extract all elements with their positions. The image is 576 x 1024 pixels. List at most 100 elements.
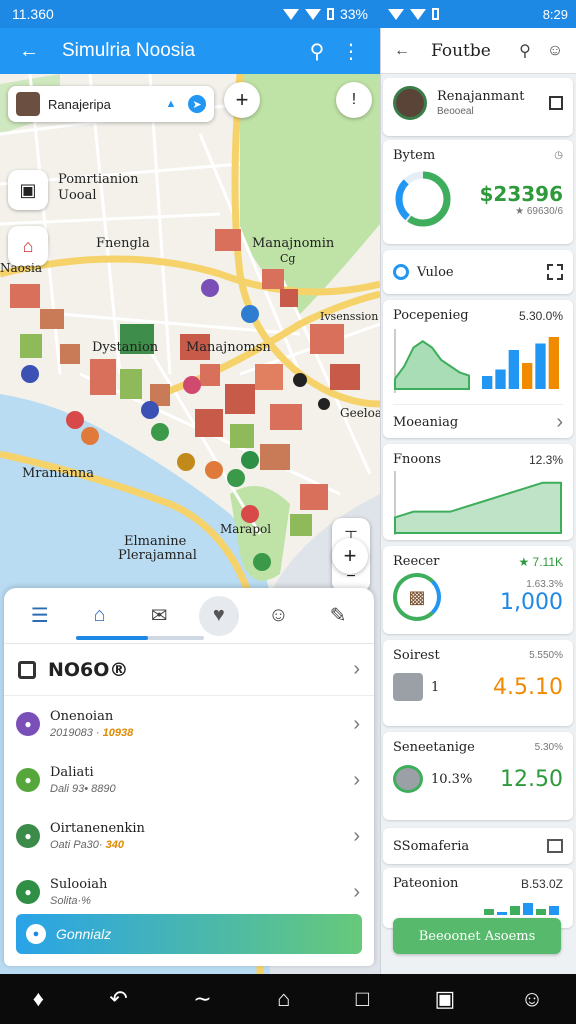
list-item[interactable]: ● Onenoian 2019083 · 10938 › xyxy=(4,696,374,752)
leaf-icon: ● xyxy=(16,768,40,792)
back-arrow-icon[interactable]: ← xyxy=(391,42,413,60)
search-icon[interactable]: ⚲ xyxy=(514,41,536,61)
chevron-right-icon: › xyxy=(353,824,360,847)
map-label: Marapol xyxy=(220,522,272,536)
share-icon[interactable]: ∼ xyxy=(193,986,211,1012)
recents-icon[interactable]: □ xyxy=(356,986,369,1012)
location-label: Ranajeripa xyxy=(48,96,111,112)
chart-bar xyxy=(523,903,533,915)
radio-icon[interactable] xyxy=(393,264,409,280)
recer-card[interactable]: Reecer ★ 7.11K ▩ 1.63.3% 1,000 xyxy=(383,546,573,634)
tab-indicator xyxy=(76,636,204,640)
person-icon[interactable]: ☺ xyxy=(544,42,566,60)
chart-bar xyxy=(484,909,494,915)
bytem-card[interactable]: Bytem ◷ $23396 ★ 69630/6 xyxy=(383,140,573,244)
profile-name: Renajanmant xyxy=(437,89,525,104)
add-button[interactable]: + xyxy=(224,82,260,118)
zoom-in-button[interactable]: + xyxy=(332,538,368,574)
sheet-header[interactable]: NO6O® › xyxy=(4,644,374,696)
heart-icon[interactable]: ♥ xyxy=(198,595,239,636)
primary-action-button[interactable]: Beeoonet Asoems xyxy=(393,918,561,954)
mail-icon[interactable]: ✉ xyxy=(139,596,179,636)
system-nav-bar: ♦ ↶ ∼ ⌂ □ ▣ ☺ xyxy=(0,974,576,1024)
card-top-value: 5.550% xyxy=(529,650,563,661)
list-icon[interactable]: ☰ xyxy=(20,596,60,636)
list-item-title: Sulooiah xyxy=(50,877,108,892)
map-label: Cg xyxy=(280,252,296,265)
cta-button[interactable]: ● Gonnialz xyxy=(16,914,362,954)
card-title: Bytem xyxy=(393,148,436,163)
list-item-title: Onenoian xyxy=(50,709,114,724)
map-label: Manajnomsn xyxy=(186,340,271,355)
info-button[interactable]: ! xyxy=(336,82,372,118)
map-label: Ivsenssion xyxy=(320,310,379,323)
vuloe-label: Vuloe xyxy=(417,264,454,280)
list-item[interactable]: ● Oirtanenenkin Oati Pa30· 340 › xyxy=(4,808,374,864)
pin-icon: ● xyxy=(16,880,40,904)
back-arrow-icon[interactable]: ← xyxy=(12,40,46,63)
ssomaferia-row[interactable]: SSomaferia xyxy=(383,828,573,864)
right-app-bar: ← Foutbe ⚲ ☺ xyxy=(381,28,576,74)
map-label: Geeloar xyxy=(340,406,380,420)
card-top-value: 5.30% xyxy=(534,742,563,753)
card-title: Seneetanige xyxy=(393,740,475,755)
lock-icon: ● xyxy=(16,712,40,736)
list-item[interactable]: ● Sulooiah Solita·% › xyxy=(4,864,374,920)
chart-bar xyxy=(535,343,546,389)
card-count: 1 xyxy=(431,679,440,695)
truck-icon xyxy=(393,673,423,701)
profile-card[interactable]: Renajanmant Beooeal xyxy=(383,78,573,136)
soirest-card[interactable]: Soirest 5.550% 1 4.5.10 xyxy=(383,640,573,726)
camera-icon[interactable]: ▣ xyxy=(435,986,456,1012)
chart-area xyxy=(394,340,470,390)
person-icon[interactable]: ☺ xyxy=(521,986,543,1012)
edit-icon[interactable]: ✎ xyxy=(318,596,358,636)
card-sub: 1.63.3% xyxy=(526,579,563,590)
expand-icon[interactable] xyxy=(547,264,563,280)
navigate-icon[interactable]: ➤ xyxy=(188,95,206,113)
card-title: Reecer xyxy=(393,554,440,569)
card-title: Fnoons xyxy=(393,452,442,467)
avatar xyxy=(393,86,427,120)
area-chart xyxy=(394,471,562,535)
poi-station-icon[interactable]: ▣ xyxy=(8,170,48,210)
page-title: Simulria Noosia xyxy=(62,40,196,61)
battery-icon xyxy=(326,8,334,20)
more-vert-icon[interactable]: ⋮ xyxy=(334,39,368,64)
chart-bar xyxy=(497,912,507,915)
card-value: 12.3% xyxy=(528,452,563,467)
location-search-chip[interactable]: Ranajeripa ▲ ➤ xyxy=(8,86,214,122)
status-bar-right: 8:29 xyxy=(380,0,576,28)
check-icon: ● xyxy=(16,824,40,848)
chevron-right-icon: › xyxy=(353,712,360,735)
back-gesture-icon[interactable]: ↶ xyxy=(109,986,127,1012)
list-item[interactable]: ● Daliati Dali 93• 8890 › xyxy=(4,752,374,808)
pocenge-card[interactable]: Pocepenieg 5.30.0% Moeaniag › xyxy=(383,300,573,438)
card-title: Pocepenieg xyxy=(393,308,469,323)
map-label: Plerajamnal xyxy=(118,548,197,563)
shield-icon[interactable]: ♦ xyxy=(33,986,44,1012)
share-icon[interactable] xyxy=(547,839,563,853)
person-icon[interactable]: ☺ xyxy=(258,596,298,636)
seneetange-card[interactable]: Seneetanige 5.30% 10.3% 12.50 xyxy=(383,732,573,820)
map-label: Uooal xyxy=(58,188,97,203)
chevron-right-icon: › xyxy=(556,411,563,433)
card-big-value: 4.5.10 xyxy=(493,674,563,700)
vuloe-row[interactable]: Vuloe xyxy=(383,250,573,294)
bytem-value: $23396 xyxy=(479,181,564,206)
list-item-sub: Oati Pa30· 340 xyxy=(50,839,124,851)
card-count: 10.3% xyxy=(431,771,473,787)
flame-icon[interactable]: ▲ xyxy=(162,95,180,113)
battery-icon xyxy=(432,8,439,20)
card-title: Pateonion xyxy=(393,876,459,891)
card-big-value: 12.50 xyxy=(500,766,563,792)
home-icon[interactable]: ⌂ xyxy=(277,986,290,1012)
fnoons-card[interactable]: Fnoons 12.3% xyxy=(383,444,573,540)
search-icon[interactable]: ⚲ xyxy=(300,39,334,64)
chart-bar xyxy=(482,376,493,389)
poi-building-icon[interactable]: ⌂ xyxy=(8,226,48,266)
avatar xyxy=(16,92,40,116)
checkbox-icon[interactable] xyxy=(549,96,563,110)
home-icon[interactable]: ⌂ xyxy=(79,596,119,636)
chevron-right-icon: › xyxy=(353,768,360,791)
